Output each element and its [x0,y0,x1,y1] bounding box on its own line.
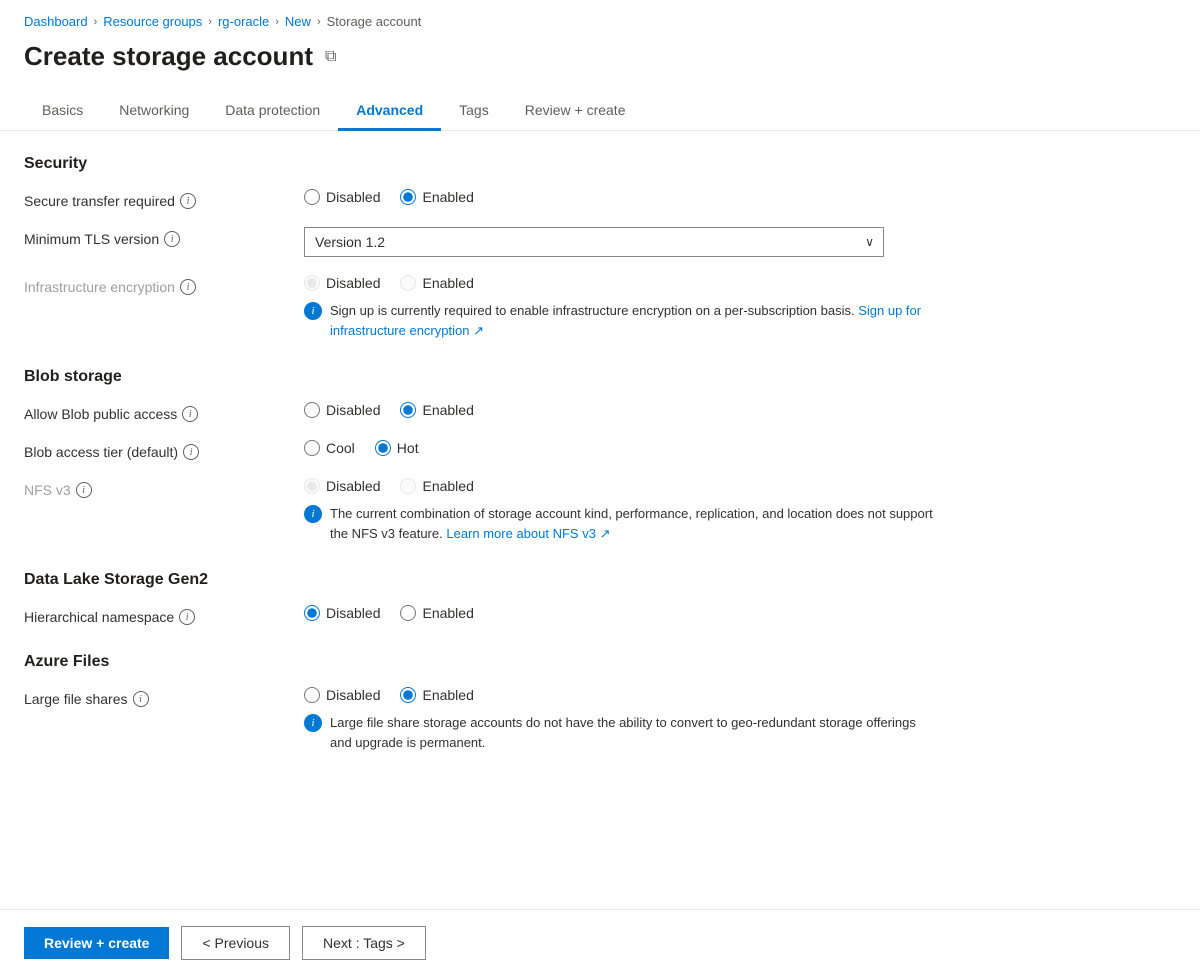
section-data-lake-title: Data Lake Storage Gen2 [24,571,936,589]
breadcrumb-new[interactable]: New [285,14,311,29]
tab-networking[interactable]: Networking [101,92,207,131]
tab-tags[interactable]: Tags [441,92,507,131]
infra-encryption-info-text: Sign up is currently required to enable … [330,301,936,340]
info-icon-large-file-shares[interactable]: i [133,691,149,707]
radio-large-file-shares-disabled[interactable]: Disabled [304,687,380,703]
nfs-v3-link[interactable]: Learn more about NFS v3 ↗ [446,526,610,541]
radio-hierarchical-enabled[interactable]: Enabled [400,605,473,621]
field-large-file-shares: Large file shares i Disabled Enabled i L… [24,687,936,752]
radio-blob-public-disabled[interactable]: Disabled [304,402,380,418]
page-title: Create storage account [24,41,313,72]
label-large-file-shares: Large file shares i [24,687,304,707]
review-create-button[interactable]: Review + create [24,927,169,959]
main-content: Security Secure transfer required i Disa… [0,131,960,850]
large-file-shares-info-text: Large file share storage accounts do not… [330,713,936,752]
nfs-v3-external-link-icon: ↗ [600,526,611,541]
breadcrumb-sep-4: › [317,16,321,28]
radio-group-nfs-v3: Disabled Enabled [304,478,936,494]
external-link-icon: ↗ [473,323,484,338]
breadcrumb: Dashboard › Resource groups › rg-oracle … [0,0,1200,37]
radio-infra-encryption-disabled[interactable]: Disabled [304,275,380,291]
page-header: Create storage account ⧉ [0,37,1200,92]
radio-group-large-file-shares: Disabled Enabled [304,687,936,703]
breadcrumb-storage-account: Storage account [327,14,422,29]
breadcrumb-dashboard[interactable]: Dashboard [24,14,88,29]
section-security-title: Security [24,155,936,173]
radio-secure-transfer-disabled[interactable]: Disabled [304,189,380,205]
copy-icon[interactable]: ⧉ [325,48,336,66]
control-secure-transfer: Disabled Enabled [304,189,936,205]
tls-version-select[interactable]: Version 1.0 Version 1.1 Version 1.2 [304,227,884,257]
control-large-file-shares: Disabled Enabled i Large file share stor… [304,687,936,752]
info-circle-icon: i [304,302,322,320]
control-infra-encryption: Disabled Enabled i Sign up is currently … [304,275,936,340]
control-blob-public-access: Disabled Enabled [304,402,936,418]
radio-group-blob-access-tier: Cool Hot [304,440,936,456]
infra-encryption-info: i Sign up is currently required to enabl… [304,301,936,340]
breadcrumb-resource-groups[interactable]: Resource groups [103,14,202,29]
info-icon-blob-public-access[interactable]: i [182,406,198,422]
tab-review-create[interactable]: Review + create [507,92,644,131]
label-secure-transfer: Secure transfer required i [24,189,304,209]
large-file-shares-info: i Large file share storage accounts do n… [304,713,936,752]
breadcrumb-sep-3: › [275,16,279,28]
info-icon-nfs-v3[interactable]: i [76,482,92,498]
tab-data-protection[interactable]: Data protection [207,92,338,131]
breadcrumb-rg-oracle[interactable]: rg-oracle [218,14,269,29]
nfs-v3-info-text: The current combination of storage accou… [330,504,936,543]
radio-infra-encryption-enabled[interactable]: Enabled [400,275,473,291]
tab-advanced[interactable]: Advanced [338,92,441,131]
footer: Review + create < Previous Next : Tags > [0,909,1200,976]
radio-group-secure-transfer: Disabled Enabled [304,189,936,205]
radio-large-file-shares-enabled[interactable]: Enabled [400,687,473,703]
control-hierarchical-namespace: Disabled Enabled [304,605,936,621]
radio-group-infra-encryption: Disabled Enabled [304,275,936,291]
radio-blob-tier-cool[interactable]: Cool [304,440,355,456]
next-tags-button[interactable]: Next : Tags > [302,926,426,960]
nfs-v3-info: i The current combination of storage acc… [304,504,936,543]
radio-nfs-v3-enabled[interactable]: Enabled [400,478,473,494]
section-blob-title: Blob storage [24,368,936,386]
info-icon-blob-access-tier[interactable]: i [183,444,199,460]
label-blob-access-tier: Blob access tier (default) i [24,440,304,460]
control-nfs-v3: Disabled Enabled i The current combinati… [304,478,936,543]
previous-button[interactable]: < Previous [181,926,290,960]
control-blob-access-tier: Cool Hot [304,440,936,456]
field-infra-encryption: Infrastructure encryption i Disabled Ena… [24,275,936,340]
field-blob-access-tier: Blob access tier (default) i Cool Hot [24,440,936,460]
field-blob-public-access: Allow Blob public access i Disabled Enab… [24,402,936,422]
tls-version-select-wrapper: Version 1.0 Version 1.1 Version 1.2 ∨ [304,227,884,257]
field-secure-transfer: Secure transfer required i Disabled Enab… [24,189,936,209]
large-file-shares-info-circle-icon: i [304,714,322,732]
label-tls-version: Minimum TLS version i [24,227,304,247]
info-icon-infra-encryption[interactable]: i [180,279,196,295]
label-blob-public-access: Allow Blob public access i [24,402,304,422]
info-icon-hierarchical-namespace[interactable]: i [179,609,195,625]
tab-basics[interactable]: Basics [24,92,101,131]
label-infra-encryption: Infrastructure encryption i [24,275,304,295]
breadcrumb-sep-1: › [94,16,98,28]
info-icon-secure-transfer[interactable]: i [180,193,196,209]
field-hierarchical-namespace: Hierarchical namespace i Disabled Enable… [24,605,936,625]
tabs-container: Basics Networking Data protection Advanc… [0,92,1200,131]
radio-hierarchical-disabled[interactable]: Disabled [304,605,380,621]
radio-nfs-v3-disabled[interactable]: Disabled [304,478,380,494]
radio-blob-tier-hot[interactable]: Hot [375,440,419,456]
label-nfs-v3: NFS v3 i [24,478,304,498]
field-tls-version: Minimum TLS version i Version 1.0 Versio… [24,227,936,257]
radio-secure-transfer-enabled[interactable]: Enabled [400,189,473,205]
nfs-v3-info-circle-icon: i [304,505,322,523]
radio-blob-public-enabled[interactable]: Enabled [400,402,473,418]
radio-group-hierarchical-namespace: Disabled Enabled [304,605,936,621]
control-tls-version: Version 1.0 Version 1.1 Version 1.2 ∨ [304,227,936,257]
radio-group-blob-public-access: Disabled Enabled [304,402,936,418]
section-azure-files-title: Azure Files [24,653,936,671]
label-hierarchical-namespace: Hierarchical namespace i [24,605,304,625]
breadcrumb-sep-2: › [208,16,212,28]
info-icon-tls[interactable]: i [164,231,180,247]
field-nfs-v3: NFS v3 i Disabled Enabled i The current … [24,478,936,543]
